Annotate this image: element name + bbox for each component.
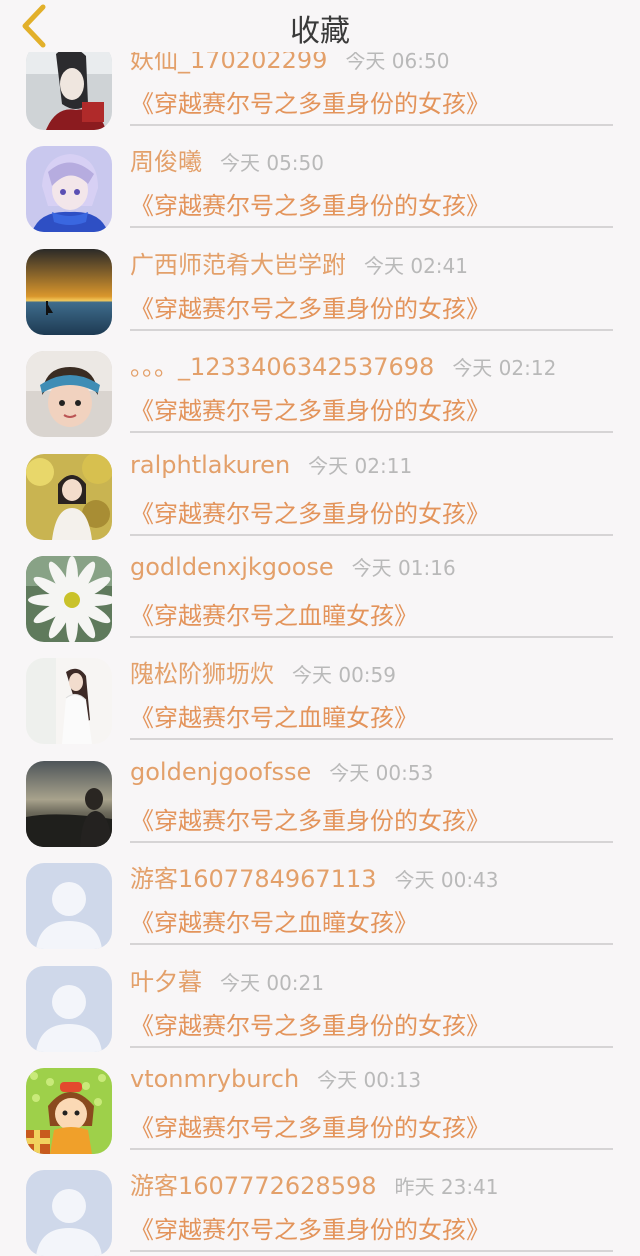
username-text: 叶夕暮 xyxy=(130,967,202,996)
favorite-row[interactable]: vtonmryburch 今天 00:13 《穿越赛尔号之多重身份的女孩》 xyxy=(0,1058,640,1160)
row-divider xyxy=(130,328,613,331)
row-divider xyxy=(130,738,613,741)
row-divider xyxy=(130,1148,613,1150)
row-divider xyxy=(130,943,613,946)
timestamp: 今天 00:13 xyxy=(317,1068,422,1092)
book-title-link[interactable]: 《穿越赛尔号之多重身份的女孩》 xyxy=(130,1108,490,1143)
avatar[interactable] xyxy=(26,863,112,950)
row-divider xyxy=(130,636,613,638)
timestamp: 今天 00:59 xyxy=(292,663,396,688)
row-divider xyxy=(130,226,613,229)
avatar[interactable] xyxy=(26,453,112,540)
avatar[interactable] xyxy=(26,760,112,847)
page-title: 收藏 xyxy=(290,14,350,49)
username-text: ralphtlakuren xyxy=(130,450,291,479)
username-text: vtonmryburch xyxy=(130,1065,300,1093)
avatar[interactable] xyxy=(26,556,112,642)
username-text: 游客1607784967113 xyxy=(130,865,377,894)
avatar[interactable] xyxy=(26,1068,112,1154)
avatar[interactable] xyxy=(26,146,112,233)
username[interactable]: goldenjgoofsse 今天 00:53 xyxy=(130,757,433,786)
book-title-link[interactable]: 《穿越赛尔号之血瞳女孩》 xyxy=(130,596,418,631)
book-title-link[interactable]: 《穿越赛尔号之多重身份的女孩》 xyxy=(130,289,490,324)
favorite-row[interactable]: godldenxjkgoose 今天 01:16 《穿越赛尔号之血瞳女孩》 xyxy=(0,546,640,648)
row-divider xyxy=(130,431,613,434)
row-divider xyxy=(130,840,613,843)
book-title-link[interactable]: 《穿越赛尔号之多重身份的女孩》 xyxy=(130,84,490,119)
timestamp: 今天 00:43 xyxy=(394,868,499,893)
favorite-row[interactable]: 隗松阶狮坜炊 今天 00:59 《穿越赛尔号之血瞳女孩》 xyxy=(0,648,640,750)
username[interactable]: vtonmryburch 今天 00:13 xyxy=(130,1064,421,1093)
username-text: 隗松阶狮坜炊 xyxy=(130,660,274,689)
book-title-link[interactable]: 《穿越赛尔号之多重身份的女孩》 xyxy=(130,391,490,426)
avatar[interactable] xyxy=(26,965,112,1052)
avatar[interactable] xyxy=(26,248,112,335)
username[interactable]: 游客1607784967113 今天 00:43 xyxy=(130,859,499,894)
username[interactable]: godldenxjkgoose 今天 01:16 xyxy=(130,552,456,581)
timestamp: 今天 05:50 xyxy=(220,151,324,176)
row-divider xyxy=(130,124,613,126)
username-text: 广西师范肴大岜学跗 xyxy=(130,250,346,279)
username-text: goldenjgoofsse xyxy=(130,757,312,786)
timestamp: 今天 00:53 xyxy=(329,760,434,785)
row-divider xyxy=(130,1250,613,1253)
timestamp: 今天 02:12 xyxy=(452,356,557,381)
timestamp: 今天 01:16 xyxy=(351,556,456,580)
book-title-link[interactable]: 《穿越赛尔号之血瞳女孩》 xyxy=(130,903,418,938)
favorite-row[interactable]: goldenjgoofsse 今天 00:53 《穿越赛尔号之多重身份的女孩》 xyxy=(0,751,640,853)
row-divider xyxy=(130,533,613,536)
username[interactable]: 叶夕暮 今天 00:21 xyxy=(130,962,324,997)
favorite-row[interactable]: 周俊曦 今天 05:50 《穿越赛尔号之多重身份的女孩》 xyxy=(0,136,640,238)
book-title-link[interactable]: 《穿越赛尔号之多重身份的女孩》 xyxy=(130,1210,490,1245)
favorite-row[interactable]: 广西师范肴大岜学跗 今天 02:41 《穿越赛尔号之多重身份的女孩》 xyxy=(0,239,640,341)
timestamp: 今天 02:11 xyxy=(308,453,413,478)
timestamp: 今天 06:50 xyxy=(345,49,450,73)
timestamp: 今天 02:41 xyxy=(364,253,468,278)
book-title-link[interactable]: 《穿越赛尔号之多重身份的女孩》 xyxy=(130,1006,490,1041)
avatar[interactable] xyxy=(26,1170,112,1256)
favorite-row[interactable]: ralphtlakuren 今天 02:11 《穿越赛尔号之多重身份的女孩》 xyxy=(0,444,640,546)
username[interactable]: 广西师范肴大岜学跗 今天 02:41 xyxy=(130,245,468,280)
favorite-row[interactable]: 。。。_1233406342537698 今天 02:12 《穿越赛尔号之多重身份的… xyxy=(0,341,640,443)
username-text: godldenxjkgoose xyxy=(130,553,334,581)
favorites-screen: 妖仙_170202299 今天 06:50 《穿越赛尔号之多重身份的女孩》 周俊曦 今天… xyxy=(0,0,640,1256)
favorite-row[interactable]: 游客1607772628598 昨天 23:41 《穿越赛尔号之多重身份的女孩》 xyxy=(0,1160,640,1256)
username[interactable]: 隗松阶狮坜炊 今天 00:59 xyxy=(130,654,396,689)
favorite-row[interactable]: 叶夕暮 今天 00:21 《穿越赛尔号之多重身份的女孩》 xyxy=(0,956,640,1058)
row-divider xyxy=(130,1045,613,1048)
username-text: 游客1607772628598 xyxy=(130,1172,377,1201)
username[interactable]: 周俊曦 今天 05:50 xyxy=(130,142,324,177)
username-text: 。。。_1233406342537698 xyxy=(130,353,435,382)
book-title-link[interactable]: 《穿越赛尔号之血瞳女孩》 xyxy=(130,698,418,733)
avatar[interactable] xyxy=(26,658,112,745)
nav-header: 收藏 xyxy=(0,0,640,52)
book-title-link[interactable]: 《穿越赛尔号之多重身份的女孩》 xyxy=(130,186,490,221)
timestamp: 今天 00:21 xyxy=(220,970,324,995)
username[interactable]: 。。。_1233406342537698 今天 02:12 xyxy=(130,347,556,382)
book-title-link[interactable]: 《穿越赛尔号之多重身份的女孩》 xyxy=(130,801,490,836)
avatar[interactable] xyxy=(26,44,112,130)
username-text: 周俊曦 xyxy=(130,148,202,177)
username[interactable]: 游客1607772628598 昨天 23:41 xyxy=(130,1166,499,1201)
book-title-link[interactable]: 《穿越赛尔号之多重身份的女孩》 xyxy=(130,494,490,529)
username[interactable]: ralphtlakuren 今天 02:11 xyxy=(130,450,412,479)
favorite-row[interactable]: 游客1607784967113 今天 00:43 《穿越赛尔号之血瞳女孩》 xyxy=(0,853,640,955)
avatar[interactable] xyxy=(26,351,112,438)
timestamp: 昨天 23:41 xyxy=(394,1175,499,1200)
